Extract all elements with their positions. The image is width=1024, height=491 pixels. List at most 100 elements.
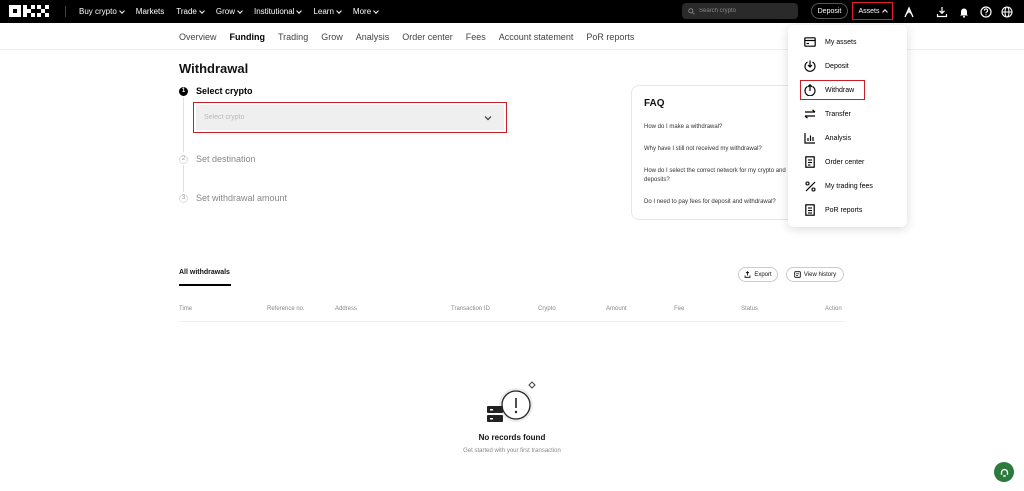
menu-item-label: Order center (825, 158, 865, 166)
menu-item-label: Transfer (825, 110, 851, 118)
chevron-down-icon (199, 7, 205, 14)
globe-icon[interactable] (1001, 5, 1013, 18)
tab-analysis[interactable]: Analysis (356, 32, 390, 42)
chevron-up-icon (881, 9, 888, 15)
tab-order-center[interactable]: Order center (402, 32, 453, 42)
menu-item-label: Analysis (825, 134, 852, 142)
assets-dropdown-menu: My assets Deposit Withdraw Transfer Anal… (788, 25, 907, 227)
top-navigation-bar: Buy crypto Markets Trade Grow Institutio… (0, 0, 1024, 23)
assets-button[interactable]: Assets (852, 2, 893, 20)
menu-item-analysis[interactable]: Analysis (804, 131, 851, 145)
tab-por-reports[interactable]: PoR reports (586, 32, 634, 42)
chevron-down-icon (336, 7, 342, 14)
download-icon[interactable] (936, 5, 948, 18)
user-icon[interactable] (903, 5, 915, 18)
chat-icon (1000, 468, 1008, 477)
faq-question[interactable]: How do I make a withdrawal? (644, 123, 798, 132)
nav-label: Learn (313, 7, 334, 16)
faq-title: FAQ (644, 98, 665, 109)
tab-trading[interactable]: Trading (278, 32, 308, 42)
step-connector (183, 165, 184, 192)
search-icon (688, 7, 695, 15)
select-crypto-highlight: Select crypto (193, 102, 507, 133)
export-label: Export (754, 271, 772, 278)
view-history-button[interactable]: View history (786, 267, 844, 282)
column-header: Address (335, 306, 358, 312)
menu-item-my-assets[interactable]: My assets (804, 35, 857, 49)
tab-grow[interactable]: Grow (321, 32, 343, 42)
menu-item-deposit[interactable]: Deposit (804, 59, 849, 73)
nav-buy-crypto[interactable]: Buy crypto (79, 7, 125, 16)
column-header: Transaction ID (451, 306, 490, 312)
empty-state-illustration (484, 380, 540, 431)
wallet-icon (804, 36, 816, 48)
nav-markets[interactable]: Markets (136, 7, 164, 16)
menu-item-por-reports[interactable]: PoR reports (804, 203, 862, 217)
nav-more[interactable]: More (353, 7, 379, 16)
chat-support-button[interactable] (994, 462, 1014, 482)
menu-item-order-center[interactable]: Order center (804, 155, 864, 169)
faq-question[interactable]: Why have I still not received my withdra… (644, 145, 798, 154)
empty-state-title: No records found (478, 433, 546, 442)
chevron-down-icon (237, 7, 243, 14)
export-button[interactable]: Export (738, 267, 778, 282)
step-number: 1 (179, 86, 188, 96)
column-header: Action (825, 306, 842, 312)
menu-item-my-trading-fees[interactable]: My trading fees (804, 179, 873, 193)
faq-question[interactable]: How do I select the correct network for … (644, 167, 798, 185)
step-connector (183, 97, 184, 152)
step-label: Set withdrawal amount (196, 193, 288, 203)
report-icon (804, 204, 816, 216)
column-header: Reference no. (267, 306, 305, 312)
search-input[interactable] (699, 8, 789, 14)
step-number: 2 (179, 154, 188, 164)
menu-item-label: PoR reports (825, 206, 863, 214)
tab-account-statement[interactable]: Account statement (499, 32, 574, 42)
faq-question[interactable]: Do I need to pay fees for deposit and wi… (644, 198, 798, 207)
nav-label: Markets (135, 7, 165, 16)
select-placeholder: Select crypto (204, 114, 245, 121)
nav-grow[interactable]: Grow (215, 7, 243, 16)
divider (65, 6, 66, 17)
tab-fees[interactable]: Fees (466, 32, 486, 42)
chevron-down-icon (373, 7, 379, 14)
nav-trade[interactable]: Trade (176, 7, 205, 16)
step-label: Set destination (196, 154, 256, 164)
search-box[interactable] (682, 3, 798, 19)
select-crypto-dropdown[interactable]: Select crypto (196, 105, 504, 130)
percent-icon (804, 180, 816, 192)
tab-funding[interactable]: Funding (230, 32, 266, 42)
main-nav: Buy crypto Markets Trade Grow Institutio… (79, 0, 390, 23)
tab-overview[interactable]: Overview (179, 32, 217, 42)
chevron-down-icon (484, 115, 492, 120)
withdraw-highlight (800, 80, 865, 100)
deposit-icon (804, 60, 816, 72)
menu-item-label: My trading fees (825, 182, 873, 190)
assets-label: Assets (858, 7, 880, 15)
chevron-down-icon (118, 7, 125, 14)
nav-label: Institutional (253, 7, 295, 16)
column-header: Crypto (538, 306, 556, 312)
export-icon (744, 271, 751, 278)
page-title: Withdrawal (179, 61, 249, 76)
column-header: Status (741, 306, 759, 312)
step-label: Select crypto (196, 86, 253, 96)
active-tab-underline (179, 284, 231, 286)
okx-logo[interactable] (9, 5, 61, 17)
faq-card: FAQ How do I make a withdrawal? Why have… (631, 85, 811, 220)
chevron-down-icon (296, 7, 303, 14)
tab-all-withdrawals[interactable]: All withdrawals (179, 269, 230, 276)
help-icon[interactable] (980, 5, 992, 18)
nav-label: Grow (215, 7, 235, 16)
bell-icon[interactable] (958, 5, 970, 18)
nav-label: Trade (176, 7, 197, 16)
menu-item-label: My assets (825, 38, 857, 46)
column-header: Time (179, 306, 193, 312)
nav-institutional[interactable]: Institutional (253, 7, 303, 16)
deposit-button[interactable]: Deposit (811, 3, 848, 19)
nav-learn[interactable]: Learn (313, 7, 342, 16)
step-set-destination: 2 Set destination (179, 154, 256, 164)
empty-state-subtitle: Get started with your first transaction (463, 448, 561, 454)
nav-label: Buy crypto (79, 7, 117, 16)
menu-item-transfer[interactable]: Transfer (804, 107, 851, 121)
